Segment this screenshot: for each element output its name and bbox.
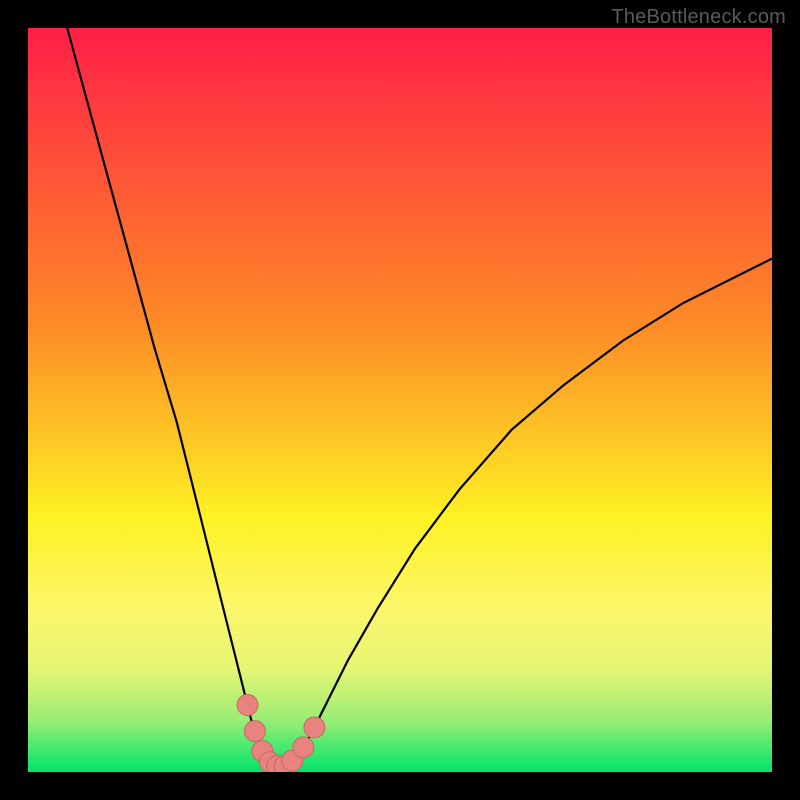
watermark-text: TheBottleneck.com bbox=[611, 6, 786, 29]
marker-point bbox=[304, 717, 325, 738]
marker-point bbox=[237, 695, 258, 716]
bottleneck-curve bbox=[28, 28, 772, 768]
highlighted-points bbox=[237, 695, 325, 773]
marker-point bbox=[293, 737, 314, 758]
marker-point bbox=[244, 721, 265, 742]
chart-frame: TheBottleneck.com bbox=[0, 0, 800, 800]
plot-area bbox=[28, 28, 772, 772]
curve-layer bbox=[28, 28, 772, 772]
